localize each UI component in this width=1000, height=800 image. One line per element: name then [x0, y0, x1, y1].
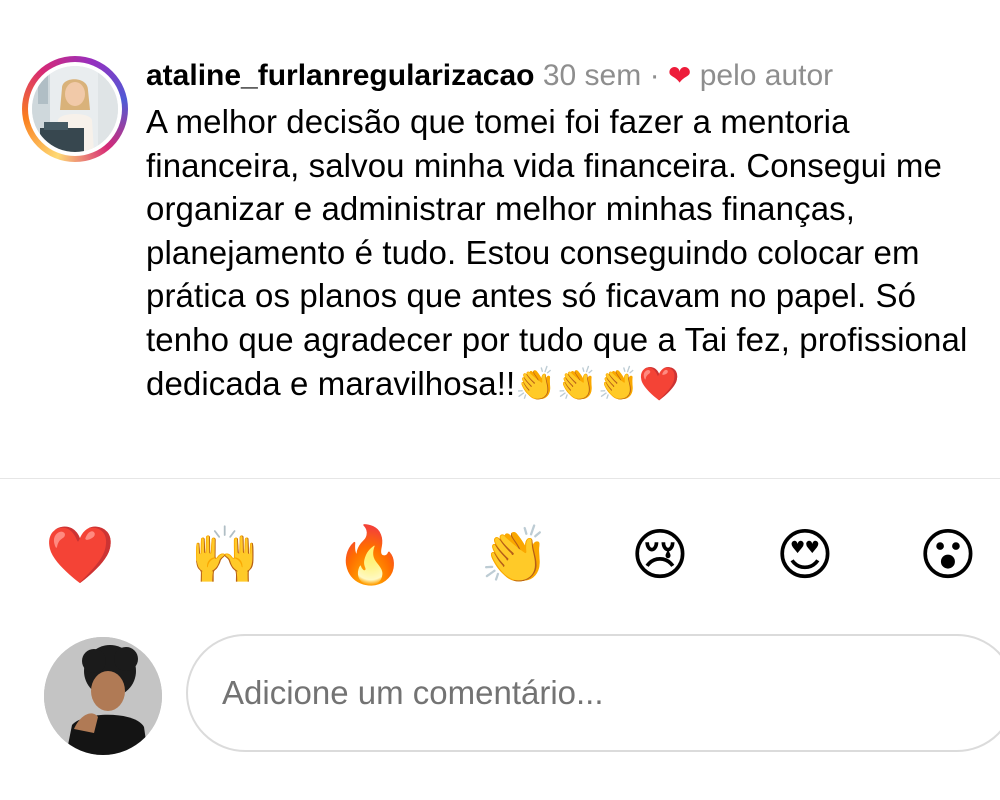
commenter-avatar[interactable]: [22, 56, 128, 162]
heart-eyes-icon[interactable]: 😍: [765, 515, 845, 595]
liked-by-author-label: pelo autor: [699, 59, 834, 92]
raising-hands-icon[interactable]: 🙌: [185, 515, 265, 595]
quick-reactions-bar: ❤️ 🙌 🔥 👏 😢 😍 😮: [0, 515, 1000, 595]
commenter-avatar-photo: [32, 66, 118, 152]
author-liked-heart-icon: ❤: [667, 60, 692, 91]
comment-text: A melhor decisão que tomei foi fazer a m…: [146, 103, 968, 402]
current-user-avatar[interactable]: [44, 637, 162, 755]
red-heart-icon[interactable]: ❤️: [40, 515, 120, 595]
surprised-face-icon[interactable]: 😮: [908, 515, 988, 595]
comment: ataline_furlanregularizacao 30 sem · ❤ p…: [0, 0, 1000, 478]
fire-icon[interactable]: 🔥: [330, 515, 410, 595]
divider: [0, 478, 1000, 479]
username-link[interactable]: ataline_furlanregularizacao: [146, 59, 534, 92]
meta-separator: ·: [649, 59, 660, 92]
comment-body: ataline_furlanregularizacao 30 sem · ❤ p…: [146, 58, 986, 405]
clapping-hands-icon[interactable]: 👏: [475, 515, 555, 595]
person-photo-icon: [32, 66, 118, 152]
comment-meta: ataline_furlanregularizacao 30 sem · ❤ p…: [146, 58, 986, 94]
comment-input[interactable]: [186, 634, 1000, 752]
comment-time[interactable]: 30 sem: [543, 59, 641, 92]
crying-face-icon[interactable]: 😢: [620, 515, 700, 595]
person-photo-icon: [44, 637, 162, 755]
